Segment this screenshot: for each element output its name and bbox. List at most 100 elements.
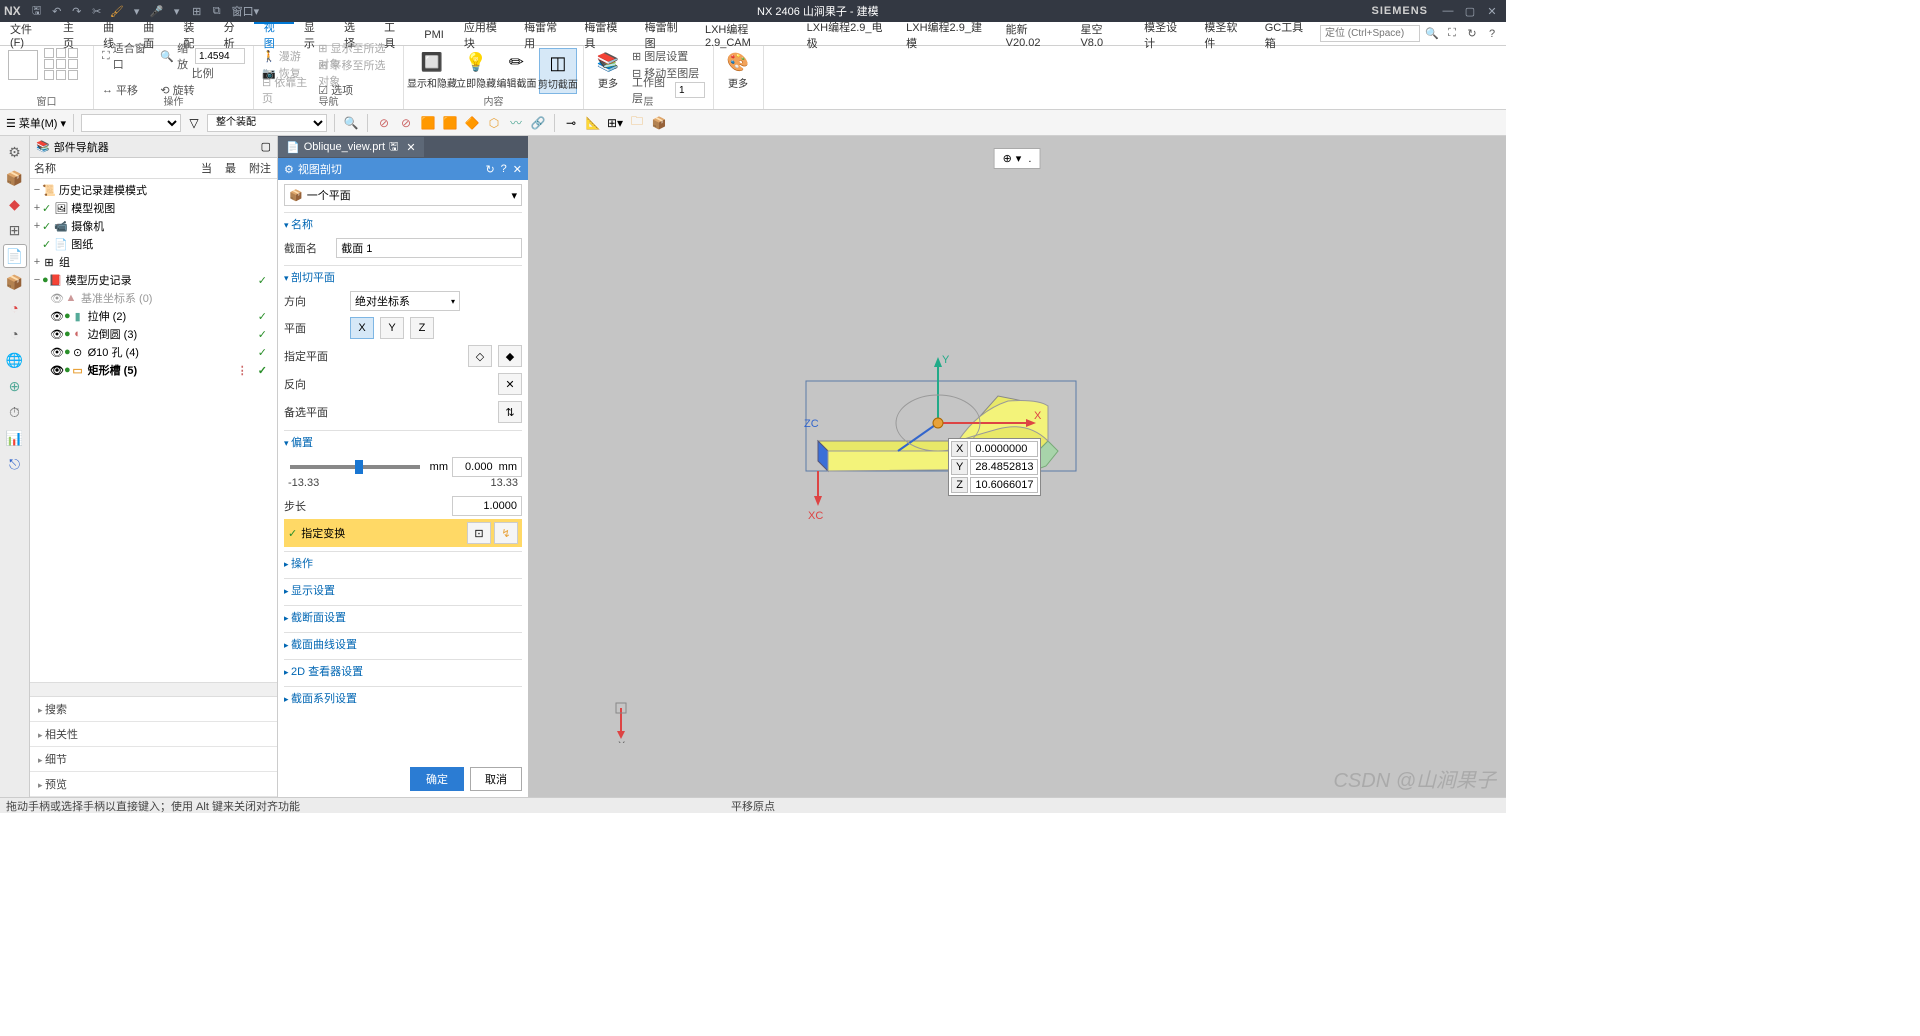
- tree-node[interactable]: 👁●⊙Ø10 孔 (4)✓: [32, 343, 275, 361]
- menu-ml3[interactable]: 梅雷制图: [635, 22, 695, 45]
- lb-10[interactable]: ⏱: [3, 400, 27, 424]
- expand-icon[interactable]: ⛶: [1444, 26, 1460, 42]
- slider-handle[interactable]: [355, 460, 363, 474]
- reverse-icon[interactable]: ✕: [498, 373, 522, 395]
- tree-node[interactable]: 👁●◐边倒圆 (3)✓: [32, 325, 275, 343]
- save-icon[interactable]: 🖫: [29, 3, 45, 19]
- lb-partnav[interactable]: 📄: [3, 244, 27, 268]
- mic-icon[interactable]: 🎤: [149, 3, 165, 19]
- menu-ms1[interactable]: 模圣设计: [1134, 22, 1194, 45]
- menu-pmi[interactable]: PMI: [414, 22, 454, 45]
- menu-btn[interactable]: ☰ 菜单(M) ▾: [6, 115, 66, 131]
- tree-node[interactable]: −●📕模型历史记录✓: [32, 271, 275, 289]
- direction-select[interactable]: 绝对坐标系▾: [350, 291, 460, 311]
- lb-5[interactable]: 📦: [3, 270, 27, 294]
- acc-detail[interactable]: 细节: [30, 747, 277, 772]
- trans-icon1[interactable]: ⊡: [467, 522, 491, 544]
- cut-icon[interactable]: ✂: [89, 3, 105, 19]
- lb-11[interactable]: 📊: [3, 426, 27, 450]
- search-icon[interactable]: 🔍: [1424, 26, 1440, 42]
- menu-lxh3[interactable]: LXH编程2.9_建模: [896, 22, 995, 45]
- sect-cutset[interactable]: 截断面设置: [284, 605, 522, 628]
- tb-i7[interactable]: 〰: [507, 114, 525, 132]
- specify-transform[interactable]: ✓指定变换⊡↯: [284, 519, 522, 547]
- lb-9[interactable]: ⊕: [3, 374, 27, 398]
- close-icon[interactable]: ✕: [1484, 3, 1500, 19]
- view-orient-control[interactable]: ⊕▾ .: [994, 148, 1041, 169]
- sect-name[interactable]: 名称: [284, 212, 522, 235]
- menu-xk[interactable]: 星空 V8.0: [1070, 22, 1134, 45]
- cancel-button[interactable]: 取消: [470, 767, 522, 791]
- clip-section-btn[interactable]: ◫剪切截面: [539, 48, 577, 94]
- tree-node[interactable]: 👁●▮拉伸 (2)✓: [32, 307, 275, 325]
- sect-curve[interactable]: 截面曲线设置: [284, 632, 522, 655]
- 3d-viewport[interactable]: ⊕▾ . Y X ZC XC X0.0000000 Y28.4852813 Z1…: [528, 136, 1506, 797]
- model-tree[interactable]: −📜历史记录建模模式 +✓🖼模型视图 +✓📹摄像机 ✓📄图纸 +⊞组 −●📕模型…: [30, 179, 277, 682]
- tb-i11[interactable]: ⊞▾: [606, 114, 624, 132]
- tb-i3[interactable]: 🟧: [419, 114, 437, 132]
- lb-12[interactable]: ⎋: [3, 452, 27, 476]
- plane-y-icon[interactable]: Y: [380, 317, 404, 339]
- lb-7[interactable]: ◔: [3, 322, 27, 346]
- acc-preview[interactable]: 预览: [30, 772, 277, 797]
- plane-x-icon[interactable]: X: [350, 317, 374, 339]
- menu-home[interactable]: 主页: [53, 22, 93, 45]
- brush-icon[interactable]: 🖌: [109, 3, 125, 19]
- tree-node[interactable]: +✓📹摄像机: [32, 217, 275, 235]
- maximize-icon[interactable]: ▢: [1462, 3, 1478, 19]
- sect-2d[interactable]: 2D 查看器设置: [284, 659, 522, 682]
- lb-1[interactable]: 📦: [3, 166, 27, 190]
- tb-i12[interactable]: 🗀: [628, 114, 646, 132]
- doc-tab[interactable]: 📄 Oblique_view.prt 🖫 ✕: [278, 137, 424, 157]
- redo-icon[interactable]: ↷: [69, 3, 85, 19]
- window-menu[interactable]: 窗口▾: [229, 3, 263, 19]
- hscroll[interactable]: [30, 682, 277, 696]
- filter-icon[interactable]: ▽: [185, 114, 203, 132]
- fit-window[interactable]: ⛶适合窗口: [100, 48, 154, 64]
- zoom[interactable]: 🔍缩放: [158, 48, 247, 64]
- window-layout-btn[interactable]: [8, 50, 38, 80]
- minimize-icon[interactable]: —: [1440, 3, 1456, 19]
- refresh-icon[interactable]: ↻: [1464, 26, 1480, 42]
- menu-ml1[interactable]: 梅雷常用: [514, 22, 574, 45]
- sect-disp[interactable]: 显示设置: [284, 578, 522, 601]
- tb-i9[interactable]: ⊸: [562, 114, 580, 132]
- help-icon[interactable]: ?: [1484, 26, 1500, 42]
- layout-icon[interactable]: ⊞: [189, 3, 205, 19]
- reset-icon[interactable]: ↻: [485, 163, 494, 176]
- sect-cut[interactable]: 剖切平面: [284, 265, 522, 288]
- lb-3[interactable]: ⊞: [3, 218, 27, 242]
- step-input[interactable]: [452, 496, 522, 516]
- trans-icon2[interactable]: ↯: [494, 522, 518, 544]
- sect-op[interactable]: 操作: [284, 551, 522, 574]
- plane-type-select[interactable]: 📦一个平面▾: [284, 184, 522, 206]
- tb-i8[interactable]: 🔗: [529, 114, 547, 132]
- filter-select[interactable]: [81, 114, 181, 132]
- tb-i13[interactable]: 📦: [650, 114, 668, 132]
- zoom-input[interactable]: [195, 48, 245, 64]
- menu-ml2[interactable]: 梅雷模具: [574, 22, 634, 45]
- tb-i5[interactable]: 🔶: [463, 114, 481, 132]
- dropdown-icon[interactable]: ▾: [129, 3, 145, 19]
- acc-search[interactable]: 搜索: [30, 697, 277, 722]
- section-name-input[interactable]: [336, 238, 522, 258]
- more-btn[interactable]: 📚更多: [590, 48, 626, 92]
- tb-i1[interactable]: ⊘: [375, 114, 393, 132]
- tb-i2[interactable]: ⊘: [397, 114, 415, 132]
- tree-node[interactable]: +⊞组: [32, 253, 275, 271]
- hide-now-btn[interactable]: 💡立即隐藏: [458, 48, 494, 92]
- specplane-icon[interactable]: ◇: [468, 345, 492, 367]
- layer-settings[interactable]: ⊞图层设置: [630, 48, 707, 64]
- panel-close-icon[interactable]: ▢: [261, 140, 271, 153]
- tb-i10[interactable]: 📐: [584, 114, 602, 132]
- tab-close-icon[interactable]: ✕: [406, 141, 415, 154]
- lb-8[interactable]: 🌐: [3, 348, 27, 372]
- undo-icon[interactable]: ↶: [49, 3, 65, 19]
- menu-analysis[interactable]: 分析: [214, 22, 254, 45]
- tb-find-icon[interactable]: 🔍: [342, 114, 360, 132]
- plane-z-icon[interactable]: Z: [410, 317, 434, 339]
- lb-6[interactable]: ◔: [3, 296, 27, 320]
- dialog-close-icon[interactable]: ✕: [513, 163, 522, 176]
- search-input[interactable]: [1320, 25, 1420, 42]
- menu-file[interactable]: 文件(F): [0, 22, 53, 45]
